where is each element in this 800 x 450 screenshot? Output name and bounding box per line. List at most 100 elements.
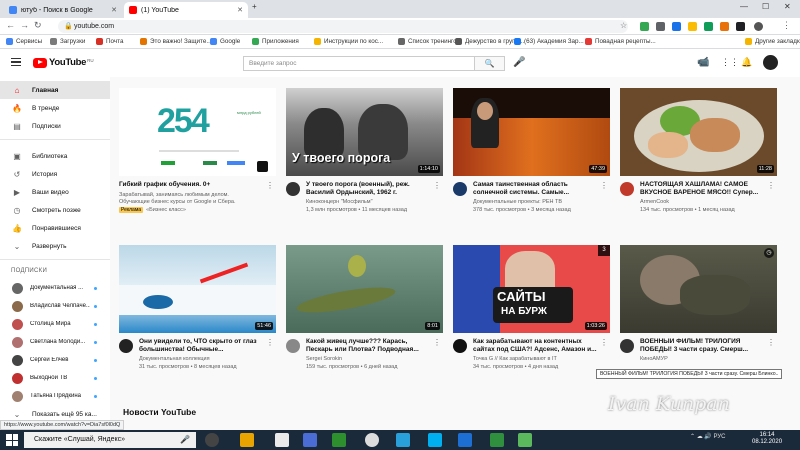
video-thumbnail[interactable]: 51:46: [119, 245, 276, 333]
subscription-item[interactable]: Сергей Елчев: [0, 351, 110, 369]
apps-grid-icon[interactable]: ⋮⋮: [721, 57, 739, 68]
app-icon[interactable]: [490, 433, 504, 447]
bookmark-item[interactable]: Это важно! Защите...: [140, 38, 212, 45]
more-options-icon[interactable]: ⋮: [266, 181, 274, 190]
sidebar-item-home[interactable]: ⌂ Главная: [0, 81, 110, 99]
microphone-icon[interactable]: 🎤: [180, 432, 190, 448]
create-video-icon[interactable]: 📹: [697, 57, 709, 68]
sidebar-item-watch-later[interactable]: ◷ Смотреть позже: [0, 201, 110, 219]
video-title[interactable]: Гибкий график обучения. 0+: [119, 181, 247, 189]
extension-icon[interactable]: [720, 22, 729, 31]
more-options-icon[interactable]: ⋮: [600, 181, 608, 190]
channel-avatar[interactable]: [453, 182, 467, 196]
search-input[interactable]: Введите запрос: [243, 56, 475, 71]
chrome-icon[interactable]: [365, 433, 379, 447]
extension-icon[interactable]: [704, 22, 713, 31]
bookmark-item[interactable]: Сервисы: [6, 38, 42, 45]
reload-icon[interactable]: ↻: [34, 20, 42, 31]
star-icon[interactable]: ☆: [620, 21, 627, 30]
sidebar-item-trending[interactable]: 🔥 В тренде: [0, 99, 110, 117]
close-window-icon[interactable]: ✕: [784, 2, 791, 11]
minimize-icon[interactable]: —: [740, 2, 748, 11]
sidebar-item-your-videos[interactable]: ▶ Ваши видео: [0, 183, 110, 201]
app-icon[interactable]: [458, 433, 472, 447]
more-options-icon[interactable]: ⋮: [266, 338, 274, 347]
channel-name[interactable]: Документальные проекты: РЕН ТВ: [473, 199, 607, 205]
video-title[interactable]: Как зарабатывают на контентных сайтах по…: [473, 338, 601, 354]
store-icon[interactable]: [275, 433, 289, 447]
external-link-icon[interactable]: [257, 161, 268, 172]
video-thumbnail[interactable]: ◷: [620, 245, 777, 333]
subscription-item[interactable]: Документальная ...: [0, 279, 110, 297]
youtube-logo[interactable]: YouTube RU: [33, 57, 94, 68]
extension-icon[interactable]: [640, 22, 649, 31]
subscription-item[interactable]: Столица Мира: [0, 315, 110, 333]
video-thumbnail[interactable]: 11:28: [620, 88, 777, 176]
extension-icon[interactable]: [736, 22, 745, 31]
more-options-icon[interactable]: ⋮: [433, 181, 441, 190]
hamburger-menu-icon[interactable]: [11, 58, 21, 66]
bookmark-item[interactable]: Загрузки: [50, 38, 85, 45]
video-thumbnail[interactable]: 254 млрд рублей: [119, 88, 276, 176]
app-icon[interactable]: [303, 433, 317, 447]
subscription-item[interactable]: Татьяна Прядкина: [0, 387, 110, 405]
channel-avatar[interactable]: [620, 339, 634, 353]
back-icon[interactable]: ←: [6, 20, 15, 30]
more-options-icon[interactable]: ⋮: [433, 338, 441, 347]
bookmark-item[interactable]: (63) Академия Зар...: [514, 38, 584, 45]
bookmark-item[interactable]: Приложения: [252, 38, 299, 45]
sidebar-item-subscriptions[interactable]: ▤ Подписки: [0, 117, 110, 135]
tab-youtube[interactable]: (1) YouTube ✕: [124, 2, 248, 18]
url-field[interactable]: 🔒 youtube.com: [58, 20, 628, 33]
tab-google-search[interactable]: ютуб - Поиск в Google ✕: [4, 2, 122, 18]
extension-icon[interactable]: [672, 22, 681, 31]
menu-icon[interactable]: ⋮: [782, 20, 791, 31]
bookmark-item[interactable]: Список тренингов: [398, 38, 460, 45]
yandex-icon[interactable]: [205, 433, 219, 447]
new-tab-button[interactable]: +: [252, 2, 257, 11]
taskbar-clock[interactable]: 16:14 08.12.2020: [752, 432, 782, 446]
video-title[interactable]: НАСТОЯЩАЯ ХАШЛАМА! САМОЕ ВКУСНОЕ ВАРЕНОЕ…: [640, 181, 768, 197]
video-thumbnail[interactable]: 8:01: [286, 245, 443, 333]
channel-name[interactable]: Точка G // Как зарабатывают в IT: [473, 356, 607, 362]
maximize-icon[interactable]: ☐: [762, 2, 769, 11]
channel-avatar[interactable]: [286, 182, 300, 196]
video-title[interactable]: Какой живец лучше??? Карась, Пескарь или…: [306, 338, 434, 354]
extension-icon[interactable]: [656, 22, 665, 31]
skype-icon[interactable]: [428, 433, 442, 447]
more-options-icon[interactable]: ⋮: [767, 338, 775, 347]
extension-icon[interactable]: [688, 22, 697, 31]
subscription-item[interactable]: Выходной ТВ: [0, 369, 110, 387]
system-tray[interactable]: ⌃ ☁ 🔊 РУС: [690, 433, 726, 440]
video-title[interactable]: Самая таинственная область солнечной сис…: [473, 181, 601, 197]
account-avatar[interactable]: [763, 55, 778, 70]
sidebar-item-history[interactable]: ↺ История: [0, 165, 110, 183]
close-icon[interactable]: ✕: [111, 6, 117, 14]
channel-name[interactable]: Киноконцерн "Мосфильм": [306, 199, 440, 205]
telegram-icon[interactable]: [396, 433, 410, 447]
channel-avatar[interactable]: [453, 339, 467, 353]
more-options-icon[interactable]: ⋮: [767, 181, 775, 190]
more-options-icon[interactable]: ⋮: [600, 338, 608, 347]
bookmark-item[interactable]: Повадная рецепты...: [585, 38, 656, 45]
sidebar-item-library[interactable]: ▣ Библиотека: [0, 147, 110, 165]
sidebar-item-expand[interactable]: ⌄ Развернуть: [0, 237, 110, 255]
watch-later-icon[interactable]: ◷: [764, 248, 774, 258]
channel-name[interactable]: Зарабатывай, занимаясь любимым делом. Об…: [119, 192, 259, 206]
video-thumbnail[interactable]: САЙТЫ НА БУРЖ 3 1:03:26: [453, 245, 610, 333]
taskbar-search-input[interactable]: Скажите «Слушай, Яндекс» 🎤: [24, 432, 196, 448]
file-explorer-icon[interactable]: [240, 433, 254, 447]
channel-name[interactable]: КиноАМУР: [640, 356, 774, 362]
microphone-icon[interactable]: 🎤: [513, 57, 525, 68]
channel-avatar[interactable]: [620, 182, 634, 196]
bookmark-item[interactable]: Почта: [96, 38, 124, 45]
bookmark-item[interactable]: Инструкции по кос...: [314, 38, 383, 45]
app-icon[interactable]: [332, 433, 346, 447]
subscription-item[interactable]: Светлана Молоди...: [0, 333, 110, 351]
search-button[interactable]: 🔍: [475, 56, 505, 71]
video-title[interactable]: У твоего порога (военный), реж. Василий …: [306, 181, 434, 197]
close-icon[interactable]: ✕: [237, 6, 243, 14]
bookmark-item[interactable]: Другие закладки: [745, 38, 800, 45]
channel-name[interactable]: ArmenCook: [640, 199, 774, 205]
app-icon[interactable]: [518, 433, 532, 447]
